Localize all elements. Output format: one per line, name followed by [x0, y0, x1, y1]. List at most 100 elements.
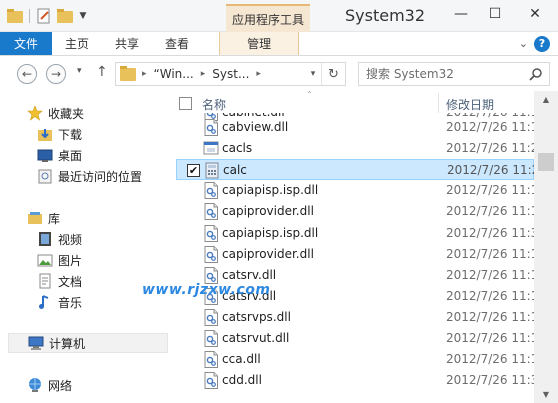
folder-icon[interactable] [6, 7, 24, 25]
expand-ribbon-icon[interactable]: ⌄ [519, 37, 528, 50]
sort-indicator-icon: ⌃ [306, 91, 313, 99]
select-all-checkbox[interactable] [179, 97, 192, 110]
breadcrumb-separator[interactable]: ▸ [142, 69, 147, 79]
file-row[interactable]: ✔ calc 2012/7/26 11:2 [176, 159, 534, 181]
pictures-library-icon [37, 252, 53, 268]
nav-recent-places[interactable]: 最近访问的位置 [37, 166, 168, 186]
toolbar-separator [29, 9, 30, 23]
nav-item-label: 桌面 [58, 148, 83, 163]
search-input[interactable] [366, 67, 526, 81]
breadcrumb-separator[interactable]: ▸ [256, 69, 261, 79]
column-divider[interactable] [438, 93, 439, 113]
file-row[interactable]: catsrvps.dll 2012/7/26 11:1 [176, 307, 534, 328]
tab-share[interactable]: 共享 [102, 32, 152, 55]
row-checkbox[interactable] [186, 227, 199, 240]
file-row[interactable]: catsrvut.dll 2012/7/26 11:1 [176, 328, 534, 349]
nav-computer[interactable]: 计算机 [8, 333, 168, 353]
exe-app-icon [203, 140, 219, 157]
file-row[interactable]: cabview.dll 2012/7/26 11:1 [176, 117, 534, 138]
nav-desktop[interactable]: 桌面 [37, 145, 168, 165]
row-checkbox[interactable] [186, 332, 199, 345]
minimize-button[interactable]: — [444, 0, 478, 28]
tab-home[interactable]: 主页 [52, 32, 102, 55]
dll-file-icon [203, 203, 219, 221]
row-checkbox[interactable] [186, 121, 199, 134]
recent-locations-dropdown[interactable]: ▾ [77, 66, 82, 76]
network-icon [27, 377, 43, 393]
nav-network[interactable]: 网络 [27, 375, 168, 395]
back-button[interactable]: ← [17, 64, 37, 84]
file-date: 2012/7/26 11:1 [446, 267, 534, 282]
row-checkbox[interactable]: ✔ [187, 164, 200, 178]
search-icon[interactable] [529, 67, 543, 81]
help-icon[interactable]: ? [534, 35, 550, 52]
row-checkbox[interactable] [186, 269, 199, 282]
tab-file[interactable]: 文件 [0, 32, 53, 55]
file-row[interactable]: cdd.dll 2012/7/26 11:3 [176, 370, 534, 391]
file-name: capiprovider.dll [222, 204, 314, 219]
vertical-scrollbar[interactable]: ▲ ▼ [534, 91, 558, 403]
documents-library-icon [37, 273, 53, 289]
row-checkbox[interactable] [186, 205, 199, 218]
file-row[interactable]: capiapisp.isp.dll 2012/7/26 11:1 [176, 180, 534, 201]
pane-splitter[interactable] [168, 91, 176, 403]
row-checkbox[interactable] [186, 184, 199, 197]
file-date: 2012/7/26 11:2 [447, 163, 534, 178]
file-row[interactable]: cacls 2012/7/26 11:2 [176, 138, 534, 159]
nav-videos[interactable]: 视频 [37, 229, 168, 249]
nav-item-label: 网络 [48, 378, 73, 393]
search-box[interactable] [358, 62, 550, 86]
maximize-button[interactable]: ☐ [478, 0, 512, 28]
nav-item-label: 视频 [58, 232, 83, 247]
properties-icon[interactable] [35, 7, 53, 25]
dll-file-icon [203, 330, 219, 347]
up-button[interactable]: ↑ [96, 64, 108, 80]
file-name: cdd.dll [222, 373, 262, 388]
nav-pictures[interactable]: 图片 [37, 250, 168, 270]
scroll-down-arrow-icon[interactable]: ▼ [534, 386, 558, 403]
dll-file-icon [203, 351, 219, 369]
address-history-dropdown[interactable]: ▾ [305, 69, 321, 79]
row-checkbox[interactable] [186, 374, 199, 387]
tab-manage[interactable]: 管理 [219, 32, 300, 55]
nav-item-label: 最近访问的位置 [58, 169, 143, 184]
row-checkbox[interactable] [186, 311, 199, 324]
tab-view[interactable]: 查看 [152, 32, 202, 55]
refresh-button[interactable]: ↻ [321, 63, 345, 85]
column-header-name[interactable]: 名称 [202, 96, 226, 113]
address-bar[interactable]: ▸ “Win... ▸ Syst... ▸ ▾ ↻ [115, 62, 346, 86]
computer-icon [28, 335, 44, 351]
row-checkbox[interactable] [186, 248, 199, 261]
nav-libraries[interactable]: 库 [27, 208, 168, 228]
new-folder-icon[interactable] [56, 7, 74, 25]
breadcrumb-separator[interactable]: ▸ [201, 69, 206, 79]
file-name: capiprovider.dll [222, 246, 314, 261]
column-header-date[interactable]: 修改日期 [446, 96, 494, 113]
file-row[interactable]: capiprovider.dll 2012/7/26 11:1 [176, 244, 534, 265]
row-checkbox[interactable] [186, 142, 199, 155]
dll-file-icon [203, 308, 219, 326]
window-controls: — ☐ ✕ [444, 0, 558, 28]
scroll-thumb[interactable] [538, 153, 554, 171]
breadcrumb-item-windows[interactable]: “Win... [154, 67, 194, 81]
dll-file-icon [203, 372, 219, 390]
file-row[interactable]: capiapisp.isp.dll 2012/7/26 11:3 [176, 223, 534, 244]
file-date: 2012/7/26 11:1 [446, 331, 534, 345]
dll-file-icon [203, 182, 219, 200]
file-row[interactable]: capiprovider.dll 2012/7/26 11:1 [176, 201, 534, 222]
file-name: cabview.dll [222, 120, 289, 134]
nav-downloads[interactable]: 下载 [37, 124, 168, 144]
nav-item-label: 图片 [58, 253, 83, 268]
close-button[interactable]: ✕ [512, 0, 558, 28]
ribbon-tabs: 文件 主页 共享 查看 管理 ⌄ ? [0, 32, 558, 56]
forward-button[interactable]: → [46, 64, 66, 84]
nav-item-label: 音乐 [58, 295, 83, 310]
file-row[interactable]: cca.dll 2012/7/26 11:1 [176, 349, 534, 370]
nav-favorites[interactable]: 收藏夹 [27, 103, 168, 123]
window-title: System32 [345, 6, 426, 25]
row-checkbox[interactable] [186, 353, 199, 366]
column-header: ⌃ 名称 修改日期 [176, 91, 534, 115]
scroll-up-arrow-icon[interactable]: ▲ [534, 91, 558, 108]
breadcrumb-item-system32[interactable]: Syst... [212, 67, 249, 81]
customize-toolbar-dropdown[interactable]: ▼ [77, 7, 89, 25]
